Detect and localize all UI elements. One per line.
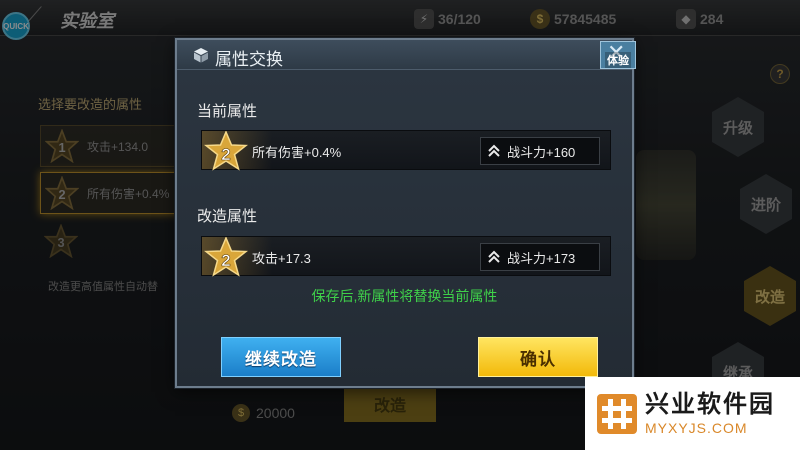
combat-power-badge: 战斗力+173 <box>480 243 600 271</box>
current-attribute-label: 当前属性 <box>197 103 258 120</box>
attribute-exchange-dialog: 属性交换 ✕ 体验 当前属性 2 所有伤害+0.4% 战斗力+160 改造属性 … <box>175 38 636 388</box>
modified-attribute-row: 2 攻击+17.3 战斗力+173 <box>201 236 611 277</box>
modified-attribute-text: 攻击+17.3 <box>252 251 311 266</box>
watermark-name-en: MYXYJS.COM <box>645 419 748 436</box>
watermark-name-cn: 兴业软件园 <box>645 390 775 418</box>
star-rank-icon: 2 <box>204 237 248 277</box>
modified-attribute-label: 改造属性 <box>197 208 258 225</box>
svg-text:2: 2 <box>221 251 230 270</box>
double-chevron-up-icon <box>488 144 500 157</box>
dialog-header: 属性交换 ✕ 体验 <box>177 40 636 70</box>
current-attribute-row: 2 所有伤害+0.4% 战斗力+160 <box>201 130 611 171</box>
replace-notice: 保存后,新属性将替换当前属性 <box>311 288 498 304</box>
hash-logo-icon <box>597 393 637 434</box>
confirm-button[interactable]: 确认 <box>478 337 598 377</box>
close-button[interactable]: ✕ 体验 <box>600 41 636 69</box>
cube-icon <box>194 48 208 63</box>
svg-text:2: 2 <box>221 145 230 164</box>
combat-power-value: 战斗力+173 <box>507 250 576 266</box>
combat-power-value: 战斗力+160 <box>507 144 576 160</box>
site-watermark: 兴业软件园 MYXYJS.COM <box>585 377 800 450</box>
close-button-tag: 体验 <box>605 52 631 68</box>
dialog-title: 属性交换 <box>215 50 283 69</box>
double-chevron-up-icon <box>488 250 500 263</box>
combat-power-badge: 战斗力+160 <box>480 137 600 165</box>
star-rank-icon: 2 <box>204 131 248 171</box>
current-attribute-text: 所有伤害+0.4% <box>252 145 342 160</box>
continue-modify-button[interactable]: 继续改造 <box>221 337 341 377</box>
